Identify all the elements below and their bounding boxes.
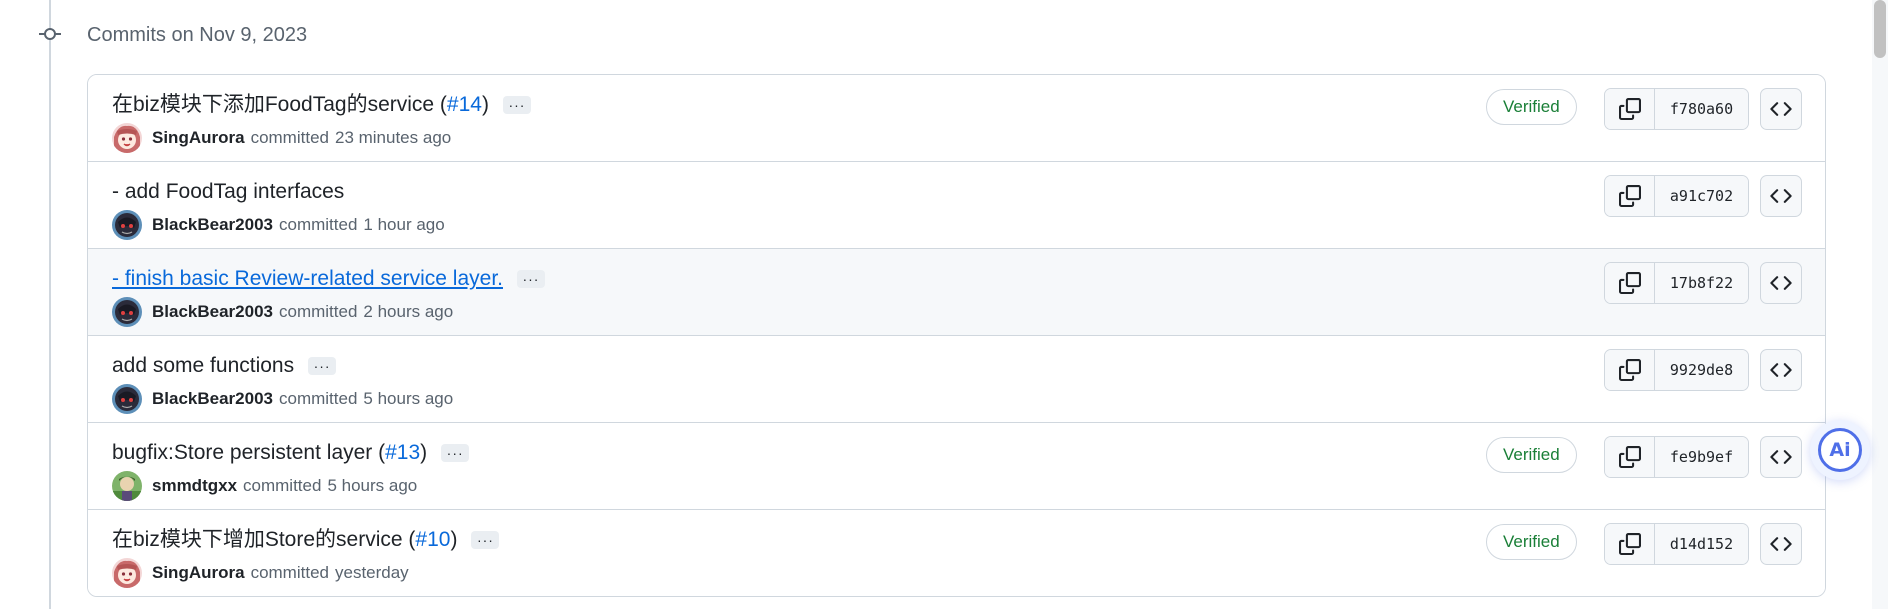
- pull-request-link[interactable]: #14: [447, 91, 482, 119]
- pull-request-link[interactable]: #10: [415, 526, 450, 554]
- ellipsis-icon[interactable]: ···: [502, 96, 531, 114]
- commit-meta: BlackBear2003 committed 5 hours ago: [112, 384, 453, 414]
- sha-button-group: d14d152: [1604, 523, 1749, 565]
- commit-row[interactable]: 在biz模块下增加Store的service (#10) ··· SingAuror…: [88, 510, 1825, 596]
- commit-row[interactable]: - add FoodTag interfaces BlackBear2003 com…: [88, 162, 1825, 249]
- commit-row[interactable]: add some functions ··· BlackBear2003 commit…: [88, 336, 1825, 423]
- commit-row[interactable]: - finish basic Review-related service la…: [88, 249, 1825, 336]
- committed-label: committed: [278, 215, 358, 234]
- avatar[interactable]: [112, 471, 142, 501]
- code-icon[interactable]: [1760, 349, 1802, 391]
- commit-message-link[interactable]: - finish basic Review-related service la…: [112, 265, 503, 293]
- scrollbar-thumb[interactable]: [1874, 0, 1886, 58]
- commit-title[interactable]: 在biz模块下增加Store的service (#10) ···: [112, 526, 500, 554]
- sha-button-group: 17b8f22: [1604, 262, 1749, 304]
- relative-time: 1 hour ago: [363, 215, 445, 234]
- commit-meta: BlackBear2003 committed 2 hours ago: [112, 297, 453, 327]
- author-link[interactable]: BlackBear2003: [152, 299, 273, 325]
- commit-meta: SingAurora committed 23 minutes ago: [112, 123, 451, 153]
- sha-button-group: fe9b9ef: [1604, 436, 1749, 478]
- page-scrollbar[interactable]: [1872, 0, 1888, 609]
- code-icon[interactable]: [1760, 175, 1802, 217]
- commit-meta: smmdtgxx committed 5 hours ago: [112, 471, 417, 501]
- pull-request-link[interactable]: #13: [385, 439, 420, 467]
- relative-time: 5 hours ago: [363, 389, 454, 408]
- committed-label: committed: [250, 128, 329, 147]
- commit-message-link[interactable]: 在biz模块下增加Store的service: [112, 526, 403, 554]
- sha-button-group: f780a60: [1604, 88, 1749, 130]
- ai-icon: Ai: [1818, 428, 1862, 472]
- commit-sha-button[interactable]: d14d152: [1655, 524, 1748, 564]
- commit-title[interactable]: 在biz模块下添加FoodTag的service (#14) ···: [112, 91, 531, 119]
- commit-title[interactable]: add some functions ···: [112, 352, 337, 380]
- avatar[interactable]: [112, 384, 142, 414]
- author-link[interactable]: BlackBear2003: [152, 212, 273, 238]
- commit-meta: SingAurora committed yesterday: [112, 558, 409, 588]
- verified-badge[interactable]: Verified: [1486, 524, 1577, 560]
- copy-icon[interactable]: [1605, 263, 1655, 303]
- committed-label: committed: [278, 302, 358, 321]
- paren-open: (: [372, 441, 386, 464]
- commit-meta: BlackBear2003 committed 1 hour ago: [112, 210, 445, 240]
- paren-open: (: [402, 528, 416, 551]
- commit-sha-button[interactable]: 9929de8: [1655, 350, 1748, 390]
- commit-title[interactable]: bugfix:Store persistent layer (#13) ···: [112, 439, 470, 467]
- relative-time: 23 minutes ago: [334, 128, 452, 147]
- commit-sha-button[interactable]: fe9b9ef: [1655, 437, 1748, 477]
- verified-badge[interactable]: Verified: [1486, 89, 1577, 125]
- author-link[interactable]: SingAurora: [152, 125, 245, 151]
- git-commit-icon: [39, 26, 61, 42]
- commit-message-link[interactable]: add some functions: [112, 352, 294, 380]
- ellipsis-icon[interactable]: ···: [441, 444, 470, 462]
- avatar[interactable]: [112, 123, 142, 153]
- copy-icon[interactable]: [1605, 524, 1655, 564]
- commit-message-link[interactable]: 在biz模块下添加FoodTag的service: [112, 91, 434, 119]
- ellipsis-icon[interactable]: ···: [308, 357, 337, 375]
- copy-icon[interactable]: [1605, 437, 1655, 477]
- verified-badge[interactable]: Verified: [1486, 437, 1577, 473]
- ai-assistant-button[interactable]: Ai: [1810, 420, 1870, 480]
- commit-title[interactable]: - add FoodTag interfaces: [112, 178, 344, 206]
- relative-time: 5 hours ago: [327, 476, 418, 495]
- code-icon[interactable]: [1760, 262, 1802, 304]
- author-link[interactable]: SingAurora: [152, 560, 245, 586]
- commit-sha-button[interactable]: 17b8f22: [1655, 263, 1748, 303]
- commit-sha-button[interactable]: f780a60: [1655, 89, 1748, 129]
- commit-title[interactable]: - finish basic Review-related service la…: [112, 265, 545, 293]
- copy-icon[interactable]: [1605, 176, 1655, 216]
- commit-list: 在biz模块下添加FoodTag的service (#14) ··· SingAur…: [87, 74, 1826, 597]
- commit-message-link[interactable]: - add FoodTag interfaces: [112, 178, 344, 206]
- author-link[interactable]: smmdtgxx: [152, 473, 237, 499]
- committed-label: committed: [278, 389, 358, 408]
- commit-row[interactable]: bugfix:Store persistent layer (#13) ··· sm…: [88, 423, 1825, 510]
- code-icon[interactable]: [1760, 436, 1802, 478]
- paren-close: ): [420, 441, 428, 464]
- code-icon[interactable]: [1760, 88, 1802, 130]
- ellipsis-icon[interactable]: ···: [516, 270, 545, 288]
- commit-sha-button[interactable]: a91c702: [1655, 176, 1748, 216]
- avatar[interactable]: [112, 297, 142, 327]
- avatar[interactable]: [112, 210, 142, 240]
- commit-message-link[interactable]: bugfix:Store persistent layer: [112, 439, 372, 467]
- ellipsis-icon[interactable]: ···: [471, 531, 500, 549]
- committed-label: committed: [250, 563, 329, 582]
- avatar[interactable]: [112, 558, 142, 588]
- copy-icon[interactable]: [1605, 350, 1655, 390]
- relative-time: 2 hours ago: [363, 302, 454, 321]
- committed-label: committed: [243, 476, 322, 495]
- relative-time: yesterday: [334, 563, 409, 582]
- author-link[interactable]: BlackBear2003: [152, 386, 273, 412]
- copy-icon[interactable]: [1605, 89, 1655, 129]
- commit-row[interactable]: 在biz模块下添加FoodTag的service (#14) ··· SingAur…: [88, 75, 1825, 162]
- paren-open: (: [434, 93, 447, 116]
- code-icon[interactable]: [1760, 523, 1802, 565]
- paren-close: ): [450, 528, 458, 551]
- commit-group-date-header: Commits on Nov 9, 2023: [87, 24, 308, 46]
- sha-button-group: 9929de8: [1604, 349, 1749, 391]
- sha-button-group: a91c702: [1604, 175, 1749, 217]
- timeline-line: [49, 0, 51, 609]
- paren-close: ): [481, 93, 489, 116]
